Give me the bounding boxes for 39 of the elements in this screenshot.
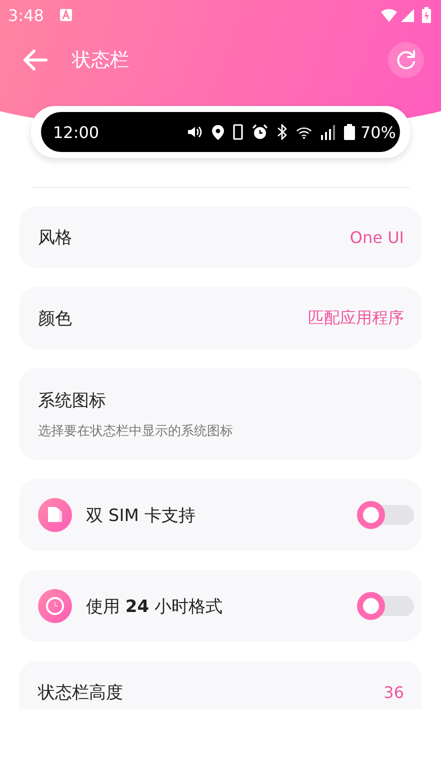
page-title: 状态栏	[72, 48, 129, 73]
setting-value: 匹配应用程序	[308, 308, 404, 328]
setting-value: One UI	[350, 228, 404, 246]
battery-charging-icon	[422, 7, 431, 23]
back-arrow-icon[interactable]	[22, 49, 48, 71]
settings-card[interactable]: 状态栏高度 36	[19, 661, 422, 709]
setting-value: 36	[384, 682, 404, 702]
notification-icon	[60, 9, 72, 21]
clock-icon	[38, 589, 72, 623]
setting-label: 系统图标	[38, 390, 107, 412]
setting-description: 选择要在状态栏中显示的系统图标	[38, 422, 233, 440]
settings-card[interactable]: 系统图标 选择要在状态栏中显示的系统图标	[19, 368, 422, 460]
signal-icon	[321, 124, 336, 140]
settings-card[interactable]: 风格 One UI	[19, 206, 422, 268]
signal-icon	[401, 8, 414, 22]
volume-icon	[187, 125, 204, 139]
phone-icon	[233, 124, 244, 140]
alarm-clock-icon	[252, 124, 268, 140]
setting-label: 状态栏高度	[38, 682, 123, 704]
clock-time: 3:48	[8, 6, 44, 24]
sim-card-icon	[38, 498, 72, 532]
bluetooth-icon	[277, 124, 288, 140]
wifi-icon	[381, 8, 397, 22]
refresh-icon	[395, 49, 417, 71]
wifi-icon	[296, 126, 312, 138]
preview-time: 12:00	[53, 122, 100, 142]
toggle-switch[interactable]	[360, 503, 414, 527]
refresh-button[interactable]	[388, 42, 424, 78]
toggle-switch[interactable]	[360, 594, 414, 618]
battery-percentage: 70%	[360, 122, 396, 142]
location-pin-icon	[212, 124, 224, 140]
settings-card[interactable]: 颜色 匹配应用程序	[19, 287, 422, 349]
setting-label: 使用 24 小时格式	[86, 596, 222, 618]
battery-icon	[344, 124, 356, 140]
setting-label: 颜色	[38, 308, 72, 330]
setting-label: 风格	[38, 226, 72, 248]
setting-label: 双 SIM 卡支持	[86, 504, 196, 526]
settings-card[interactable]: 双 SIM 卡支持	[19, 479, 422, 551]
settings-card[interactable]: 使用 24 小时格式	[19, 570, 422, 642]
